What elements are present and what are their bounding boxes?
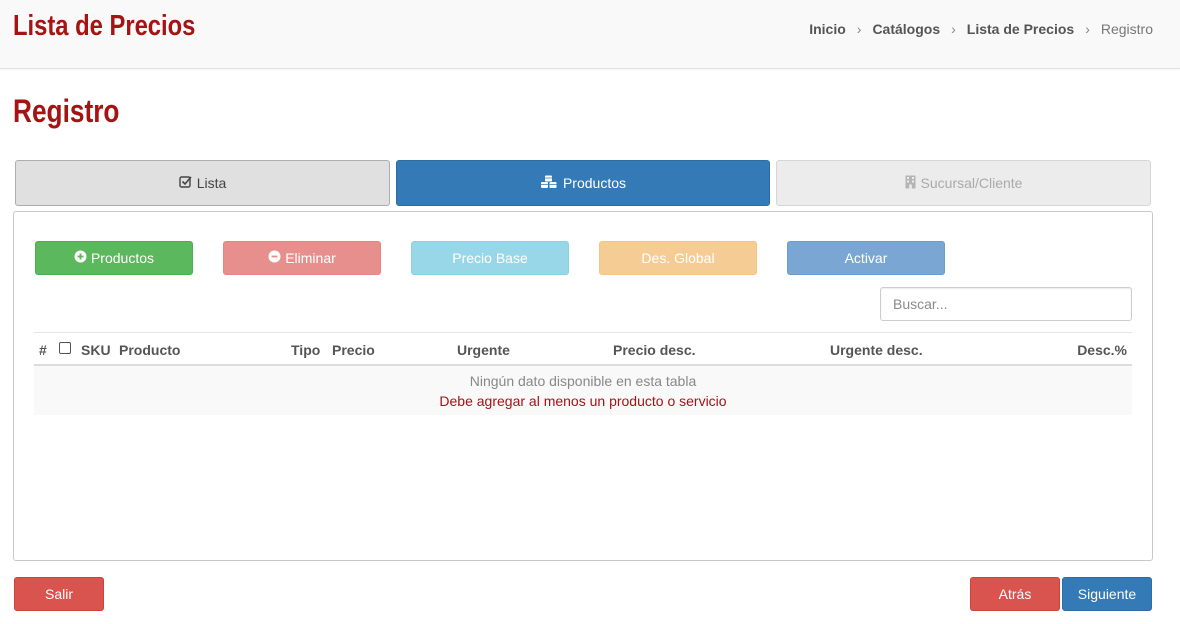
tab-lista[interactable]: Lista xyxy=(15,160,390,206)
column-header-precio-desc[interactable]: Precio desc. xyxy=(613,342,696,358)
next-button[interactable]: Siguiente xyxy=(1062,577,1152,611)
check-square-icon xyxy=(179,175,192,191)
column-header-tipo[interactable]: Tipo xyxy=(291,342,320,358)
breadcrumb-separator-icon: › xyxy=(1085,21,1090,37)
tab-lista-label: Lista xyxy=(196,175,227,191)
base-price-button[interactable]: Precio Base xyxy=(411,241,569,275)
products-table: # SKU Producto Tipo Precio Urgente Preci… xyxy=(34,332,1132,415)
validation-warning: Debe agregar al menos un producto o serv… xyxy=(439,393,727,409)
tab-sucursal-cliente[interactable]: Sucursal/Cliente xyxy=(776,160,1151,206)
add-products-label: Productos xyxy=(90,250,155,266)
cubes-icon xyxy=(540,175,558,192)
column-header-desc-percent[interactable]: Desc.% xyxy=(1077,342,1127,358)
global-discount-button[interactable]: Des. Global xyxy=(599,241,757,275)
activate-button[interactable]: Activar xyxy=(787,241,945,275)
top-bar: Lista de Precios Inicio › Catálogos › Li… xyxy=(0,0,1180,69)
exit-button[interactable]: Salir xyxy=(14,577,104,611)
tab-productos-label: Productos xyxy=(562,175,627,191)
delete-button[interactable]: Eliminar xyxy=(223,241,381,275)
delete-label: Eliminar xyxy=(285,250,336,266)
minus-circle-icon xyxy=(268,250,281,266)
wizard-tabs: Lista Productos Sucursal/Cliente xyxy=(15,160,1151,206)
column-header-producto[interactable]: Producto xyxy=(119,342,180,358)
breadcrumb-registro: Registro xyxy=(1100,21,1153,37)
table-header: # SKU Producto Tipo Precio Urgente Preci… xyxy=(34,332,1132,366)
column-header-urgente-desc[interactable]: Urgente desc. xyxy=(830,342,923,358)
breadcrumb: Inicio › Catálogos › Lista de Precios › … xyxy=(809,21,1153,37)
table-empty-row: Ningún dato disponible en esta tabla Deb… xyxy=(34,366,1132,415)
breadcrumb-inicio[interactable]: Inicio xyxy=(809,21,846,37)
column-header-number[interactable]: # xyxy=(39,342,47,358)
page-title: Registro xyxy=(13,93,120,129)
plus-circle-icon xyxy=(74,250,87,266)
breadcrumb-catalogos[interactable]: Catálogos xyxy=(872,21,940,37)
add-products-button[interactable]: Productos xyxy=(35,241,193,275)
search-input[interactable] xyxy=(880,287,1132,321)
tab-productos[interactable]: Productos xyxy=(396,160,770,206)
tab-sucursal-cliente-label: Sucursal/Cliente xyxy=(920,175,1023,191)
column-header-urgente[interactable]: Urgente xyxy=(457,342,510,358)
building-icon xyxy=(905,175,916,192)
breadcrumb-lista-de-precios[interactable]: Lista de Precios xyxy=(967,21,1074,37)
empty-table-message: Ningún dato disponible en esta tabla xyxy=(469,373,697,389)
products-panel: Productos Eliminar Precio Base Des. Glob… xyxy=(13,211,1153,561)
select-all-checkbox[interactable] xyxy=(59,342,71,354)
back-button[interactable]: Atrás xyxy=(970,577,1060,611)
breadcrumb-separator-icon: › xyxy=(951,21,956,37)
column-header-precio[interactable]: Precio xyxy=(332,342,375,358)
column-header-sku[interactable]: SKU xyxy=(81,342,111,358)
app-title: Lista de Precios xyxy=(13,10,196,42)
breadcrumb-separator-icon: › xyxy=(856,21,862,37)
